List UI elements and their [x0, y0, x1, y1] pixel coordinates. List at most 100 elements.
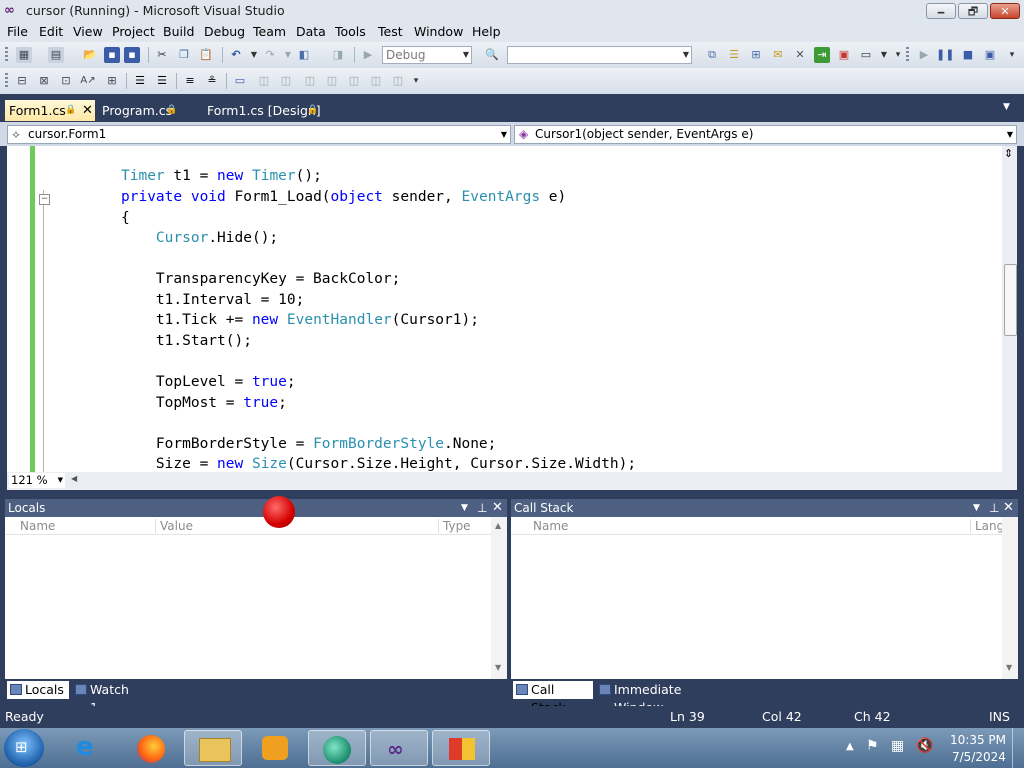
properties-icon[interactable]: ☰ [726, 47, 742, 63]
uncomment-icon[interactable]: ≗ [204, 73, 220, 89]
solution-config-combo[interactable]: Debug ▼ [382, 46, 472, 64]
close-icon[interactable]: ✕ [492, 499, 503, 517]
redo-dropdown-icon[interactable]: ▼ [280, 47, 296, 63]
taskbar-file-explorer[interactable] [184, 730, 242, 766]
paste-icon[interactable]: 📋 [198, 47, 214, 63]
tab-call-stack[interactable]: Call Stack [513, 681, 593, 715]
menu-test[interactable]: Test [378, 24, 403, 39]
column-name[interactable]: Name [533, 517, 568, 535]
collapse-icon[interactable]: − [39, 194, 50, 205]
tools-icon[interactable]: ✕ [792, 47, 808, 63]
volume-muted-icon[interactable]: 🔇 [916, 738, 933, 754]
next-bookmark-folder-icon[interactable]: ◫ [324, 73, 340, 89]
comment-out-icon[interactable]: ≡ [182, 73, 198, 89]
locals-scrollbar[interactable]: ▲ ▼ [491, 517, 507, 679]
clock-date[interactable]: 7/5/2024 [952, 750, 1006, 764]
callstack-scrollbar[interactable]: ▼ [1002, 517, 1018, 679]
taskbar-media-player[interactable] [246, 730, 304, 766]
menu-data[interactable]: Data [296, 24, 326, 39]
taskbar-app[interactable] [432, 730, 490, 766]
close-icon[interactable]: ✕ [1003, 499, 1014, 517]
menu-view[interactable]: View [73, 24, 103, 39]
cut-icon[interactable]: ✂ [154, 47, 170, 63]
clear-bookmarks-icon[interactable]: ◫ [390, 73, 406, 89]
pin-icon[interactable]: ⊥ [989, 499, 999, 517]
open-folder-icon[interactable]: 📂 [82, 47, 98, 63]
parameter-info-icon[interactable]: ⊠ [36, 73, 52, 89]
start-button[interactable]: ⊞ [4, 729, 44, 767]
menu-tools[interactable]: Tools [335, 24, 366, 39]
tab-form1-design[interactable]: Form1.cs [Design] 🔒 [203, 100, 333, 121]
toolbar-grip[interactable] [906, 47, 909, 63]
minimize-button[interactable]: 🗕 [926, 3, 956, 19]
menu-help[interactable]: Help [472, 24, 501, 39]
break-all-icon[interactable]: ❚❚ [936, 47, 954, 63]
toolbox-icon[interactable]: ✉ [770, 47, 786, 63]
copy-icon[interactable]: ❐ [176, 47, 192, 63]
find-combo[interactable]: ▼ [507, 46, 692, 64]
menu-team[interactable]: Team [253, 24, 286, 39]
scroll-left-icon[interactable]: ◀ [71, 474, 77, 483]
solution-explorer-icon[interactable]: ⧉ [704, 47, 720, 63]
new-project-icon[interactable]: ▦ [16, 47, 32, 63]
next-bookmark-icon[interactable]: ◫ [278, 73, 294, 89]
undo-icon[interactable]: ↶ [228, 47, 244, 63]
menu-edit[interactable]: Edit [39, 24, 63, 39]
menu-file[interactable]: File [7, 24, 28, 39]
add-item-icon[interactable]: ▤ [48, 47, 64, 63]
decrease-indent-icon[interactable]: ☰ [132, 73, 148, 89]
menu-debug[interactable]: Debug [204, 24, 245, 39]
close-button[interactable]: ✕ [990, 3, 1020, 19]
member-combo[interactable]: ◈ Cursor1(object sender, EventArgs e) ▼ [514, 125, 1017, 144]
next-bookmark-in-document-icon[interactable]: ◫ [368, 73, 384, 89]
tab-immediate-window[interactable]: Immediate Window [596, 681, 726, 715]
find-in-files-icon[interactable]: 🔍 [484, 47, 500, 63]
show-desktop-button[interactable] [1012, 728, 1024, 768]
menu-build[interactable]: Build [163, 24, 194, 39]
toolbar-grip[interactable] [5, 47, 8, 63]
menu-project[interactable]: Project [112, 24, 155, 39]
column-language[interactable]: Lang [975, 517, 1004, 535]
network-icon[interactable]: ▦ [891, 738, 904, 754]
debug-toolbar-options-icon[interactable]: ▾ [1004, 47, 1020, 63]
extension-manager-icon[interactable]: ▣ [836, 47, 852, 63]
scroll-down-icon[interactable]: ▼ [1006, 663, 1012, 672]
tab-form1-cs[interactable]: Form1.cs 🔒 ✕ [5, 100, 95, 121]
stop-debugging-icon[interactable]: ■ [960, 47, 976, 63]
menu-window[interactable]: Window [414, 24, 463, 39]
column-type[interactable]: Type [443, 517, 471, 535]
tab-watch-1[interactable]: Watch 1 [72, 681, 142, 715]
navigate-backward-icon[interactable]: ◧ [296, 47, 312, 63]
save-icon[interactable]: ▪ [104, 47, 120, 63]
window-position-icon[interactable]: ▼ [461, 499, 468, 517]
taskbar-firefox[interactable] [122, 730, 180, 766]
action-center-flag-icon[interactable]: ⚑ [866, 738, 879, 754]
command-window-icon[interactable]: ▭ [858, 47, 874, 63]
taskbar-internet-explorer[interactable]: e [62, 730, 120, 766]
toolbar-options-icon[interactable]: ▾ [408, 73, 424, 89]
active-files-dropdown-icon[interactable]: ▼ [1003, 102, 1010, 112]
object-browser-icon[interactable]: ⊞ [748, 47, 764, 63]
previous-bookmark-in-document-icon[interactable]: ◫ [346, 73, 362, 89]
save-all-icon[interactable]: ▪ [124, 47, 140, 63]
toolbar-grip[interactable] [5, 73, 8, 89]
pin-icon[interactable]: ⊥ [477, 499, 487, 517]
restart-icon[interactable]: ▣ [982, 47, 998, 63]
quick-info-icon[interactable]: ⊡ [58, 73, 74, 89]
split-window-icon[interactable]: ⇕ [1004, 148, 1013, 159]
increase-indent-icon[interactable]: ☰ [154, 73, 170, 89]
format-icon[interactable]: ⊞ [104, 73, 120, 89]
scroll-down-icon[interactable]: ▼ [495, 663, 501, 672]
code-editor[interactable]: − Timer t1 = new Timer(); private void Fo… [7, 146, 1017, 472]
clock-time[interactable]: 10:35 PM [950, 733, 1006, 747]
vertical-scroll-thumb[interactable] [1004, 264, 1017, 336]
scroll-up-icon[interactable]: ▲ [495, 521, 501, 530]
complete-word-icon[interactable]: A↗ [80, 73, 96, 89]
navigate-forward-icon[interactable]: ◨ [330, 47, 346, 63]
start-page-icon[interactable]: ⇥ [814, 47, 830, 63]
toggle-bookmark-icon[interactable]: ▭ [232, 73, 248, 89]
previous-bookmark-icon[interactable]: ◫ [256, 73, 272, 89]
previous-bookmark-folder-icon[interactable]: ◫ [302, 73, 318, 89]
type-combo[interactable]: ⟡ cursor.Form1 ▼ [7, 125, 511, 144]
tab-program-cs[interactable]: Program.cs 🔒 [98, 100, 198, 121]
